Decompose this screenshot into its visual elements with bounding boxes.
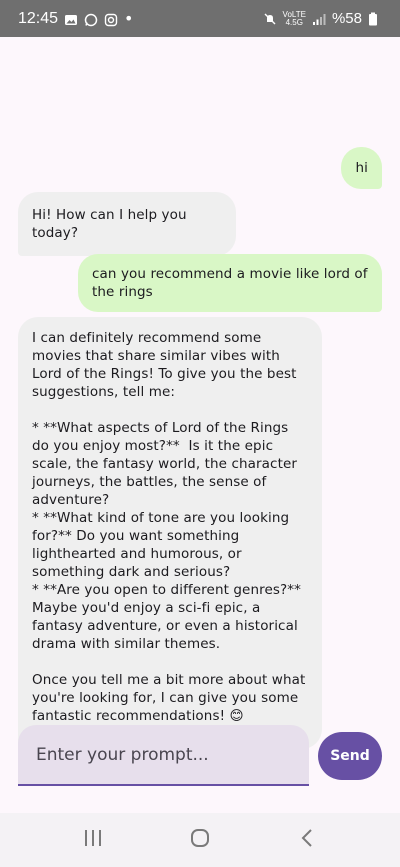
recents-icon xyxy=(83,829,103,851)
status-bar: 12:45 • VoLTE 4.5G %58 xyxy=(0,0,400,37)
home-button[interactable] xyxy=(180,820,220,860)
send-button[interactable]: Send xyxy=(318,732,382,780)
back-button[interactable] xyxy=(287,820,327,860)
mute-icon xyxy=(263,12,277,26)
signal-icon xyxy=(312,12,326,26)
status-time: 12:45 xyxy=(18,9,59,27)
message-bot: I can definitely recommend some movies t… xyxy=(18,317,322,749)
battery-icon xyxy=(368,12,382,26)
status-left: 12:45 • xyxy=(18,9,133,28)
prompt-field[interactable] xyxy=(18,725,309,786)
whatsapp-icon xyxy=(84,12,98,26)
home-icon xyxy=(190,828,210,852)
gallery-icon xyxy=(64,12,78,26)
status-right: VoLTE 4.5G %58 xyxy=(263,10,382,27)
status-dot: • xyxy=(124,9,134,28)
network-indicator: VoLTE 4.5G xyxy=(283,10,306,27)
chat-list[interactable]: hi Hi! How can I help you today? can you… xyxy=(0,37,400,749)
recents-button[interactable] xyxy=(73,820,113,860)
message-user: hi xyxy=(341,147,382,189)
message-bot: Hi! How can I help you today? xyxy=(18,192,236,256)
net-bottom: 4.5G xyxy=(285,17,303,27)
battery-percent: %58 xyxy=(331,10,362,27)
instagram-icon xyxy=(104,12,118,26)
message-user: can you recommend a movie like lord of t… xyxy=(78,254,382,312)
prompt-input[interactable] xyxy=(36,744,309,765)
back-icon xyxy=(300,828,314,852)
system-nav-bar xyxy=(0,813,400,867)
